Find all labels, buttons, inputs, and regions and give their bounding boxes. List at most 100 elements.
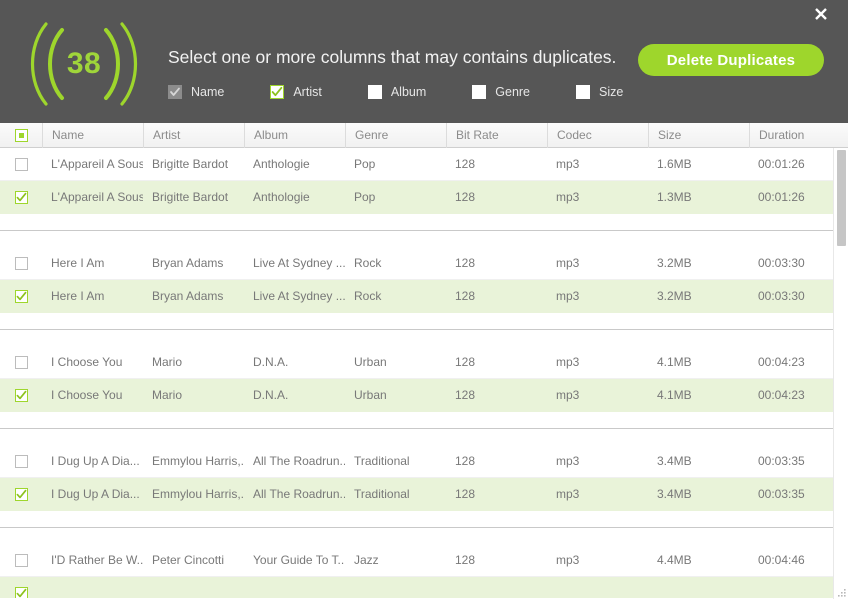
table-row[interactable]: I Dug Up A Dia...Emmylou Harris,...All T… (0, 445, 848, 478)
checkbox-name-icon[interactable] (168, 85, 182, 99)
filter-checkbox-name[interactable]: Name (168, 85, 224, 99)
cell-name: L'Appareil A Sous (42, 181, 143, 214)
delete-duplicates-button[interactable]: Delete Duplicates (638, 44, 824, 76)
duplicate-group: Here I AmBryan AdamsLive At Sydney ...Ro… (0, 247, 848, 313)
row-select-cell[interactable] (0, 379, 42, 412)
checkbox-size-icon[interactable] (576, 85, 590, 99)
cell-album: Anthologie (244, 148, 345, 181)
row-select-cell[interactable] (0, 280, 42, 313)
vertical-scrollbar[interactable] (833, 148, 848, 599)
resize-grip-icon[interactable] (835, 586, 847, 598)
checkbox-artist-icon[interactable] (270, 85, 284, 99)
group-separator (0, 511, 848, 544)
column-header-album[interactable]: Album (244, 123, 345, 148)
column-header-bitrate[interactable]: Bit Rate (446, 123, 547, 148)
cell-genre: Rock (345, 280, 446, 313)
cell-genre: Traditional (345, 478, 446, 511)
cell-size: 4.4MB (648, 544, 749, 577)
row-checkbox-icon[interactable] (15, 158, 28, 171)
cell-bitrate: 128 (446, 445, 547, 478)
table-row[interactable]: I Choose YouMarioD.N.A.Urban128mp34.1MB0… (0, 379, 848, 412)
cell-codec: mp3 (547, 445, 648, 478)
row-select-cell[interactable] (0, 577, 42, 599)
column-header-artist[interactable]: Artist (143, 123, 244, 148)
row-checkbox-checked-icon[interactable] (15, 587, 28, 599)
cell-size (648, 577, 749, 599)
checkbox-genre-icon[interactable] (472, 85, 486, 99)
column-header-genre[interactable]: Genre (345, 123, 446, 148)
scrollbar-thumb[interactable] (837, 150, 846, 246)
cell-genre: Pop (345, 148, 446, 181)
cell-bitrate: 128 (446, 181, 547, 214)
close-icon[interactable] (808, 1, 834, 27)
cell-bitrate: 128 (446, 247, 547, 280)
filter-checkbox-artist[interactable]: Artist (270, 85, 321, 99)
duplicates-table: Name Artist Album Genre Bit Rate Codec S… (0, 123, 848, 599)
cell-genre (345, 577, 446, 599)
cell-name: I Dug Up A Dia... (42, 478, 143, 511)
row-checkbox-icon[interactable] (15, 257, 28, 270)
row-checkbox-checked-icon[interactable] (15, 290, 28, 303)
select-all-checkbox-icon[interactable] (15, 129, 28, 142)
row-select-cell[interactable] (0, 346, 42, 379)
row-checkbox-icon[interactable] (15, 455, 28, 468)
cell-size: 3.4MB (648, 445, 749, 478)
cell-artist (143, 577, 244, 599)
duplicate-group: I Choose YouMarioD.N.A.Urban128mp34.1MB0… (0, 346, 848, 412)
duplicate-count: 38 (22, 22, 146, 106)
table-row[interactable]: I Choose YouMarioD.N.A.Urban128mp34.1MB0… (0, 346, 848, 379)
column-header-codec[interactable]: Codec (547, 123, 648, 148)
cell-bitrate: 128 (446, 379, 547, 412)
cell-codec (547, 577, 648, 599)
table-row[interactable] (0, 577, 848, 598)
row-select-cell[interactable] (0, 445, 42, 478)
cell-codec: mp3 (547, 379, 648, 412)
table-row[interactable]: Here I AmBryan AdamsLive At Sydney ...Ro… (0, 247, 848, 280)
cell-bitrate: 128 (446, 346, 547, 379)
cell-size: 1.6MB (648, 148, 749, 181)
table-row[interactable]: L'Appareil A SousBrigitte BardotAntholog… (0, 181, 848, 214)
column-header-size[interactable]: Size (648, 123, 749, 148)
table-row[interactable]: I'D Rather Be W...Peter CincottiYour Gui… (0, 544, 848, 577)
row-checkbox-checked-icon[interactable] (15, 488, 28, 501)
cell-bitrate: 128 (446, 148, 547, 181)
table-row[interactable]: L'Appareil A SousBrigitte BardotAntholog… (0, 148, 848, 181)
row-checkbox-icon[interactable] (15, 554, 28, 567)
cell-genre: Jazz (345, 544, 446, 577)
row-select-cell[interactable] (0, 181, 42, 214)
filter-label-name: Name (191, 85, 224, 99)
table-row[interactable]: I Dug Up A Dia...Emmylou Harris,...All T… (0, 478, 848, 511)
row-checkbox-icon[interactable] (15, 356, 28, 369)
cell-album: All The Roadrun... (244, 445, 345, 478)
checkbox-album-icon[interactable] (368, 85, 382, 99)
filter-checkbox-size[interactable]: Size (576, 85, 623, 99)
cell-size: 3.2MB (648, 280, 749, 313)
row-checkbox-checked-icon[interactable] (15, 191, 28, 204)
column-header-duration[interactable]: Duration (749, 123, 848, 148)
table-body: L'Appareil A SousBrigitte BardotAntholog… (0, 148, 848, 598)
row-select-cell[interactable] (0, 247, 42, 280)
row-select-cell[interactable] (0, 148, 42, 181)
row-select-cell[interactable] (0, 478, 42, 511)
app-header: 38 Select one or more columns that may c… (0, 0, 848, 123)
cell-artist: Emmylou Harris,... (143, 478, 244, 511)
cell-codec: mp3 (547, 346, 648, 379)
cell-artist: Mario (143, 379, 244, 412)
filter-checkbox-album[interactable]: Album (368, 85, 426, 99)
row-select-cell[interactable] (0, 544, 42, 577)
cell-size: 3.2MB (648, 247, 749, 280)
column-filter-group: Name Artist Album Genre Size (168, 85, 623, 99)
cell-bitrate: 128 (446, 478, 547, 511)
column-header-name[interactable]: Name (42, 123, 143, 148)
table-row[interactable]: Here I AmBryan AdamsLive At Sydney ...Ro… (0, 280, 848, 313)
cell-album: Your Guide To T... (244, 544, 345, 577)
cell-genre: Urban (345, 346, 446, 379)
cell-artist: Bryan Adams (143, 280, 244, 313)
filter-label-artist: Artist (293, 85, 321, 99)
cell-bitrate: 128 (446, 280, 547, 313)
cell-genre: Traditional (345, 445, 446, 478)
filter-checkbox-genre[interactable]: Genre (472, 85, 530, 99)
cell-genre: Pop (345, 181, 446, 214)
row-checkbox-checked-icon[interactable] (15, 389, 28, 402)
select-all-header-cell[interactable] (0, 123, 42, 148)
